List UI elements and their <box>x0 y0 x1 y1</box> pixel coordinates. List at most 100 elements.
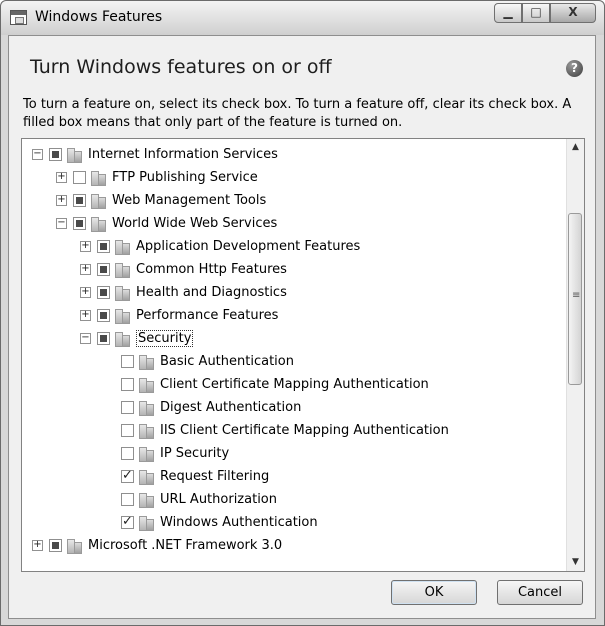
feature-folder-icon <box>114 285 130 301</box>
ok-button[interactable]: OK <box>391 580 477 605</box>
feature-label[interactable]: Client Certificate Mapping Authenticatio… <box>160 377 429 392</box>
feature-label[interactable]: Common Http Features <box>136 262 287 277</box>
tree-item[interactable]: Basic Authentication <box>104 350 294 373</box>
feature-label[interactable]: IIS Client Certificate Mapping Authentic… <box>160 423 449 438</box>
feature-checkbox[interactable] <box>97 240 110 253</box>
scrollbar-grip-icon: ≡ <box>572 290 581 301</box>
feature-checkbox[interactable] <box>121 424 134 437</box>
tree-item[interactable]: + Web Management Tools <box>56 189 266 212</box>
spacer <box>104 448 115 459</box>
feature-label[interactable]: IP Security <box>160 446 229 461</box>
help-icon[interactable]: ? <box>566 60 583 77</box>
window-title: Windows Features <box>35 9 163 25</box>
maximize-icon: □ <box>530 5 542 19</box>
feature-checkbox[interactable] <box>73 171 86 184</box>
tree-item[interactable]: − World Wide Web Services <box>56 212 277 235</box>
tree-item[interactable]: − Security <box>80 327 194 350</box>
collapse-icon[interactable]: − <box>56 218 67 229</box>
feature-checkbox[interactable] <box>121 468 134 483</box>
collapse-icon[interactable]: − <box>32 149 43 160</box>
feature-checkbox[interactable] <box>121 493 134 506</box>
tree-item[interactable]: URL Authorization <box>104 488 277 511</box>
feature-checkbox[interactable] <box>73 194 86 207</box>
feature-folder-icon <box>66 147 82 163</box>
feature-label[interactable]: Application Development Features <box>136 239 360 254</box>
cancel-button[interactable]: Cancel <box>497 580 583 605</box>
feature-label[interactable]: Internet Information Services <box>88 147 278 162</box>
spacer <box>104 494 115 505</box>
spacer <box>104 471 115 482</box>
features-tree-view[interactable]: ▲ ≡ ▼ − Internet Information Services + FTP… <box>21 138 585 572</box>
feature-label[interactable]: Basic Authentication <box>160 354 294 369</box>
feature-checkbox[interactable] <box>97 263 110 276</box>
expand-icon[interactable]: + <box>56 195 67 206</box>
title-bar[interactable]: Windows Features ▁ □ X <box>1 1 604 35</box>
feature-label[interactable]: Security <box>136 330 194 347</box>
spacer <box>104 379 115 390</box>
expand-icon[interactable]: + <box>80 287 91 298</box>
feature-label[interactable]: Microsoft .NET Framework 3.0 <box>88 538 282 553</box>
expand-icon[interactable]: + <box>32 540 43 551</box>
feature-folder-icon <box>90 193 106 209</box>
tree-item[interactable]: Request Filtering <box>104 465 269 488</box>
feature-label[interactable]: World Wide Web Services <box>112 216 277 231</box>
expand-icon[interactable]: + <box>80 264 91 275</box>
caption-buttons: ▁ □ X <box>494 3 596 25</box>
tree-vertical-scrollbar[interactable]: ▲ ≡ ▼ <box>566 139 584 571</box>
expand-icon[interactable]: + <box>80 241 91 252</box>
collapse-icon[interactable]: − <box>80 333 91 344</box>
feature-checkbox[interactable] <box>121 378 134 391</box>
feature-label[interactable]: Request Filtering <box>160 469 269 484</box>
feature-label[interactable]: Windows Authentication <box>160 515 318 530</box>
minimize-icon: ▁ <box>503 5 513 19</box>
tree-item[interactable]: Client Certificate Mapping Authenticatio… <box>104 373 429 396</box>
feature-checkbox[interactable] <box>121 355 134 368</box>
tree-item[interactable]: + Application Development Features <box>80 235 360 258</box>
feature-checkbox[interactable] <box>97 309 110 322</box>
feature-folder-icon <box>114 262 130 278</box>
feature-label[interactable]: Performance Features <box>136 308 278 323</box>
feature-folder-icon <box>138 354 154 370</box>
tree-item[interactable]: Digest Authentication <box>104 396 301 419</box>
feature-checkbox[interactable] <box>121 514 134 529</box>
feature-checkbox[interactable] <box>97 332 110 345</box>
feature-checkbox[interactable] <box>49 539 62 552</box>
spacer <box>104 402 115 413</box>
feature-folder-icon <box>90 170 106 186</box>
tree-item[interactable]: + Microsoft .NET Framework 3.0 <box>32 534 282 557</box>
feature-folder-icon <box>114 331 130 347</box>
feature-label[interactable]: FTP Publishing Service <box>112 170 258 185</box>
feature-label[interactable]: Web Management Tools <box>112 193 266 208</box>
feature-checkbox[interactable] <box>97 286 110 299</box>
close-icon: X <box>568 5 578 19</box>
feature-folder-icon <box>138 400 154 416</box>
feature-folder-icon <box>90 216 106 232</box>
feature-folder-icon <box>114 308 130 324</box>
feature-checkbox[interactable] <box>121 447 134 460</box>
tree-item[interactable]: + Performance Features <box>80 304 278 327</box>
tree-item[interactable]: Windows Authentication <box>104 511 318 534</box>
scroll-up-arrow-icon[interactable]: ▲ <box>567 139 584 156</box>
tree-item[interactable]: + Health and Diagnostics <box>80 281 287 304</box>
expand-icon[interactable]: + <box>80 310 91 321</box>
feature-checkbox[interactable] <box>121 401 134 414</box>
scrollbar-thumb[interactable]: ≡ <box>568 213 582 385</box>
tree-item[interactable]: + Common Http Features <box>80 258 287 281</box>
windows-features-window: Windows Features ▁ □ X Turn Windows feat… <box>0 0 605 626</box>
tree-item[interactable]: IIS Client Certificate Mapping Authentic… <box>104 419 449 442</box>
feature-checkbox[interactable] <box>73 217 86 230</box>
feature-folder-icon <box>138 515 154 531</box>
tree-item[interactable]: IP Security <box>104 442 229 465</box>
tree-item[interactable]: − Internet Information Services <box>32 143 278 166</box>
maximize-button[interactable]: □ <box>522 3 550 23</box>
feature-checkbox[interactable] <box>49 148 62 161</box>
dialog-client-area: Turn Windows features on or off ? To tur… <box>8 35 596 619</box>
expand-icon[interactable]: + <box>56 172 67 183</box>
feature-label[interactable]: Health and Diagnostics <box>136 285 287 300</box>
close-button[interactable]: X <box>550 3 596 23</box>
minimize-button[interactable]: ▁ <box>494 3 522 23</box>
feature-label[interactable]: URL Authorization <box>160 492 277 507</box>
tree-item[interactable]: + FTP Publishing Service <box>56 166 258 189</box>
scroll-down-arrow-icon[interactable]: ▼ <box>567 554 584 571</box>
feature-label[interactable]: Digest Authentication <box>160 400 301 415</box>
